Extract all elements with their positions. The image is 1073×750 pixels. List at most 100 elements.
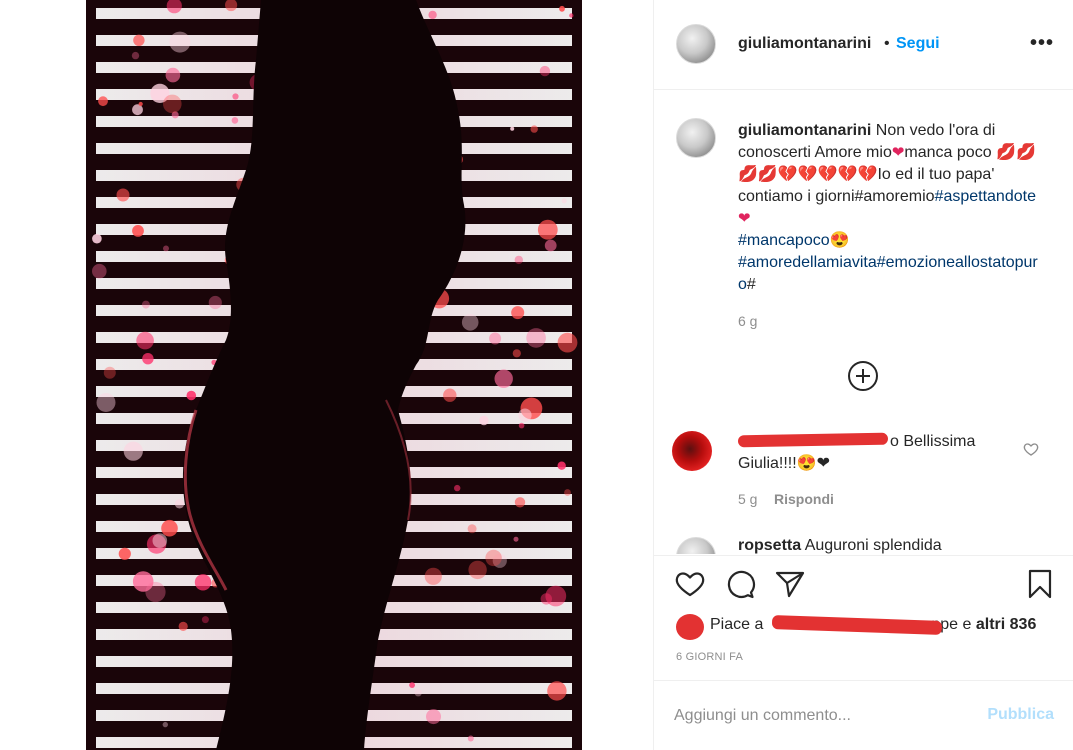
comment-like-heart-icon[interactable] xyxy=(1023,441,1039,457)
comment-1-timestamp[interactable]: 5 g xyxy=(738,491,757,507)
bokeh-light xyxy=(557,461,566,470)
photo-container xyxy=(0,0,655,750)
bokeh-light xyxy=(96,393,116,412)
bokeh-light xyxy=(461,314,479,331)
bokeh-light xyxy=(557,332,578,353)
bokeh-light xyxy=(468,560,487,580)
likes-prefix: Piace a xyxy=(710,616,764,633)
likes-avatar-redacted[interactable] xyxy=(676,614,704,640)
add-comment-bar: Pubblica xyxy=(654,680,1073,750)
bokeh-light xyxy=(426,709,441,725)
star-eyes-emoji: 😍 xyxy=(829,232,850,249)
load-more-comments-icon[interactable] xyxy=(848,361,878,391)
bokeh-light xyxy=(518,422,525,429)
bokeh-light xyxy=(161,519,178,537)
bokeh-light xyxy=(169,31,191,53)
bokeh-light xyxy=(489,332,502,345)
post-actions: Piace a ppe e altri 836 6 GIORNI FA xyxy=(654,555,1073,680)
post-side-panel: giuliamontanarini • Segui ••• giuliamont… xyxy=(653,0,1073,750)
broken-heart-emojis: 💔💔💔💔💔 xyxy=(777,166,878,183)
bokeh-light xyxy=(162,721,168,728)
bokeh-light xyxy=(414,689,422,697)
bokeh-light xyxy=(564,489,571,496)
post-date[interactable]: 6 GIORNI FA xyxy=(676,651,743,663)
bokeh-light xyxy=(569,13,574,18)
bokeh-light xyxy=(428,10,437,20)
bokeh-light xyxy=(479,415,489,426)
like-heart-icon[interactable] xyxy=(674,568,706,600)
bokeh-light xyxy=(163,94,182,114)
comment-1-avatar[interactable] xyxy=(672,431,712,471)
instagram-post-modal: giuliamontanarini • Segui ••• giuliamont… xyxy=(0,0,1073,750)
comment-1-username-tail: o xyxy=(890,433,899,450)
bokeh-light xyxy=(98,96,108,107)
bokeh-light xyxy=(467,524,477,534)
bokeh-light xyxy=(201,616,209,624)
bokeh-light xyxy=(116,188,130,202)
bokeh-light xyxy=(537,219,558,240)
follow-button[interactable]: Segui xyxy=(896,35,940,53)
bokeh-light xyxy=(467,735,474,742)
comment-2-avatar[interactable] xyxy=(676,537,716,554)
heart-emoji-icon-2: ❤ xyxy=(738,210,751,227)
bokeh-light xyxy=(165,67,181,83)
comment-input[interactable] xyxy=(674,701,974,731)
more-options-icon[interactable]: ••• xyxy=(1030,33,1054,53)
bokeh-light xyxy=(136,331,154,350)
caption-author-avatar[interactable] xyxy=(676,118,716,158)
bokeh-light xyxy=(424,567,442,585)
caption-timestamp[interactable]: 6 g xyxy=(738,313,757,329)
caption-tail: # xyxy=(746,276,756,293)
caption-text-2: manca poco xyxy=(904,144,997,161)
post-photo-graphic xyxy=(86,0,582,750)
bokeh-light xyxy=(514,497,526,508)
bokeh-light xyxy=(510,126,515,131)
bokeh-light xyxy=(409,682,415,688)
caption-text-4: amoremio xyxy=(863,188,935,205)
bokeh-light xyxy=(547,681,567,701)
comment-2-body: Auguroni splendida xyxy=(801,537,942,554)
hashtag-aspettandote[interactable]: #aspettandote xyxy=(935,188,1036,205)
share-paper-plane-icon[interactable] xyxy=(774,568,806,600)
bokeh-light xyxy=(141,300,150,309)
bokeh-light xyxy=(485,549,502,567)
author-avatar[interactable] xyxy=(676,24,716,64)
publish-button[interactable]: Pubblica xyxy=(987,706,1054,724)
post-header: giuliamontanarini • Segui ••• xyxy=(654,0,1073,90)
bokeh-light xyxy=(511,306,525,320)
comment-1-reply-button[interactable]: Rispondi xyxy=(774,491,834,507)
bokeh-light xyxy=(454,484,461,492)
comment-1-text: o Bellissima Giulia!!!!😍❤ xyxy=(738,431,998,475)
hashtag-mancapoco[interactable]: #mancapoco xyxy=(738,232,830,249)
comment-1-emojis: 😍❤ xyxy=(796,455,831,472)
bokeh-light xyxy=(163,245,169,252)
likes-count[interactable]: altri 836 xyxy=(976,616,1036,633)
bokeh-light xyxy=(152,533,168,548)
bokeh-light xyxy=(545,585,567,607)
hashtag-amoredellamiavita[interactable]: #amoredellamiavita xyxy=(738,254,877,271)
bokeh-light xyxy=(539,65,551,77)
bokeh-light xyxy=(131,51,140,60)
bokeh-light xyxy=(103,366,116,379)
separator-dot: • xyxy=(884,35,890,52)
bokeh-light xyxy=(186,390,197,401)
save-bookmark-icon[interactable] xyxy=(1024,568,1056,600)
bokeh-light xyxy=(142,353,154,365)
bokeh-light xyxy=(178,621,188,632)
bokeh-light xyxy=(194,574,212,591)
post-caption: giuliamontanarini Non vedo l'ora di cono… xyxy=(738,120,1043,296)
bokeh-light xyxy=(92,263,107,279)
bokeh-light xyxy=(561,198,567,204)
caption-username[interactable]: giuliamontanarini xyxy=(738,122,871,139)
bokeh-light xyxy=(132,225,144,237)
bokeh-light xyxy=(208,295,222,310)
bokeh-light xyxy=(559,5,565,12)
bokeh-light xyxy=(544,239,557,252)
comment-bubble-icon[interactable] xyxy=(724,568,756,600)
bokeh-light xyxy=(518,408,532,422)
comment-2-username[interactable]: ropsetta xyxy=(738,537,801,554)
bokeh-light xyxy=(443,388,457,402)
heart-emoji-icon: ❤ xyxy=(891,144,905,161)
author-username[interactable]: giuliamontanarini xyxy=(738,35,871,53)
post-photo[interactable] xyxy=(86,0,582,750)
